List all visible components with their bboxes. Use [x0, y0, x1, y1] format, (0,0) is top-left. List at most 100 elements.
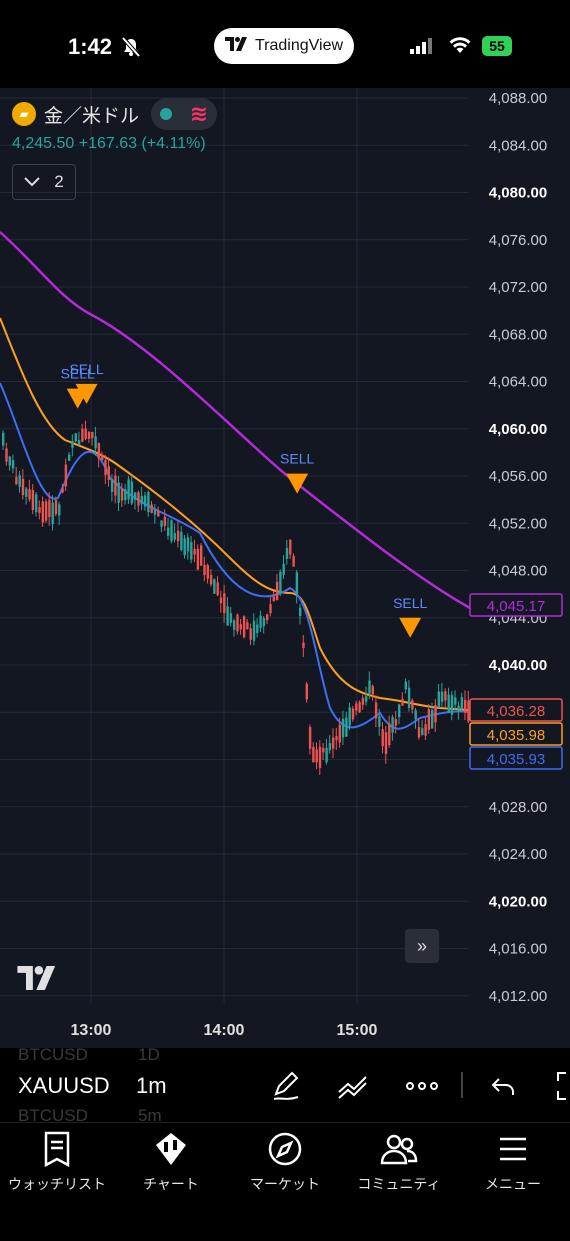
candle: [196, 548, 200, 570]
candle: [2, 432, 5, 446]
candle: [414, 710, 417, 720]
candle: [226, 606, 229, 626]
tab-menu[interactable]: メニュー: [456, 1130, 570, 1194]
candle: [384, 732, 388, 754]
price-tag-label: 4,045.17: [487, 598, 545, 615]
symbol-legend[interactable]: ▰ 金／米ドル ≋: [12, 98, 218, 130]
candle: [332, 737, 335, 749]
time-axis-label: 13:00: [71, 1022, 112, 1039]
app-pill[interactable]: TradingView: [214, 28, 354, 64]
indicators-icon[interactable]: [336, 1070, 372, 1107]
tab-chart[interactable]: チャート: [114, 1130, 228, 1194]
candle: [58, 504, 61, 516]
price-tag-label: 4,035.98: [487, 727, 545, 744]
candle: [170, 520, 173, 542]
toolbar-divider: [461, 1072, 463, 1098]
tradingview-watermark-icon: [16, 966, 60, 995]
candle: [394, 719, 398, 726]
tab-community[interactable]: コミュニティ: [342, 1130, 456, 1194]
candle: [292, 555, 295, 567]
candle: [186, 537, 190, 552]
candle: [233, 620, 236, 630]
candle: [299, 607, 302, 616]
fullscreen-icon[interactable]: [552, 1070, 570, 1107]
bell-muted-icon: [120, 36, 142, 63]
candle: [289, 539, 292, 555]
drawing-tool-icon[interactable]: [270, 1070, 304, 1107]
wave-icon: ≋: [189, 101, 209, 126]
candle: [322, 748, 325, 753]
candle: [269, 604, 272, 614]
price-axis-label: 4,048.00: [489, 563, 547, 580]
candle: [18, 475, 21, 488]
price-tag-label: 4,036.28: [487, 703, 545, 720]
status-bar: 1:42 TradingView 55: [0, 0, 570, 88]
candle: [417, 727, 421, 738]
candle: [411, 700, 414, 710]
candle: [209, 574, 213, 585]
candle: [460, 697, 464, 709]
candle: [368, 680, 371, 694]
candle: [134, 492, 137, 500]
candle: [130, 481, 134, 504]
candle: [312, 746, 315, 762]
candle: [365, 696, 368, 702]
candle: [355, 703, 358, 711]
candle: [64, 464, 68, 487]
candle: [371, 685, 374, 695]
tradingview-logo-icon: [224, 36, 249, 56]
candle: [381, 729, 384, 747]
candle: [256, 624, 259, 633]
candle: [153, 509, 157, 515]
candle: [173, 533, 176, 540]
more-options-icon[interactable]: [404, 1076, 440, 1101]
price-tag-label: 4,035.93: [487, 751, 545, 768]
candle: [124, 489, 127, 501]
candle: [282, 563, 285, 575]
status-time: 1:42: [68, 34, 113, 59]
candle: [216, 582, 219, 596]
tab-market[interactable]: マーケット: [228, 1130, 342, 1194]
candle: [44, 501, 48, 521]
chart-area[interactable]: SELL SELL SELL SELL 4,088.00 4,084.00 4,080.00…: [0, 88, 570, 1048]
candle: [345, 717, 348, 737]
symbol-selector[interactable]: XAUUSD: [18, 1073, 110, 1099]
ghost-symbol-top: BTCUSD: [18, 1045, 88, 1064]
candle: [140, 496, 143, 505]
candle: [295, 572, 299, 595]
scroll-to-realtime-button[interactable]: »: [405, 929, 439, 963]
candle: [404, 681, 407, 690]
candle: [203, 564, 206, 576]
app-pill-label: TradingView: [254, 37, 344, 54]
candle: [315, 749, 318, 763]
candle: [457, 705, 460, 712]
price-axis-label: 4,088.00: [489, 90, 547, 107]
time-axis-label: 15:00: [337, 1022, 378, 1039]
candle: [48, 499, 51, 518]
price-chart[interactable]: SELLSELLSELLSELL4,088.004,084.004,080.00…: [0, 88, 570, 1048]
undo-icon[interactable]: [488, 1070, 518, 1107]
tab-label: マーケット: [250, 1176, 320, 1192]
tab-label: チャート: [143, 1176, 199, 1192]
indicators-count: 2: [54, 172, 64, 191]
indicators-toggle-button[interactable]: 2: [12, 164, 76, 200]
candle: [81, 428, 84, 442]
candle: [120, 488, 124, 501]
candle: [262, 618, 266, 627]
tab-watchlist[interactable]: ウォッチリスト: [0, 1130, 114, 1194]
price-change: +167.63: [78, 135, 138, 152]
interval-selector[interactable]: 1m: [136, 1073, 167, 1099]
candle: [71, 440, 74, 448]
candle: [193, 549, 196, 555]
candle: [275, 581, 279, 600]
candle: [249, 628, 252, 640]
candle: [259, 615, 262, 628]
candle: [424, 724, 427, 736]
price-axis-label: 4,016.00: [489, 941, 547, 958]
candle: [35, 494, 38, 512]
candle: [77, 440, 81, 445]
candle: [200, 545, 203, 566]
market-status-pill[interactable]: ≋: [151, 98, 218, 130]
candle: [107, 466, 110, 480]
candle: [279, 571, 282, 594]
